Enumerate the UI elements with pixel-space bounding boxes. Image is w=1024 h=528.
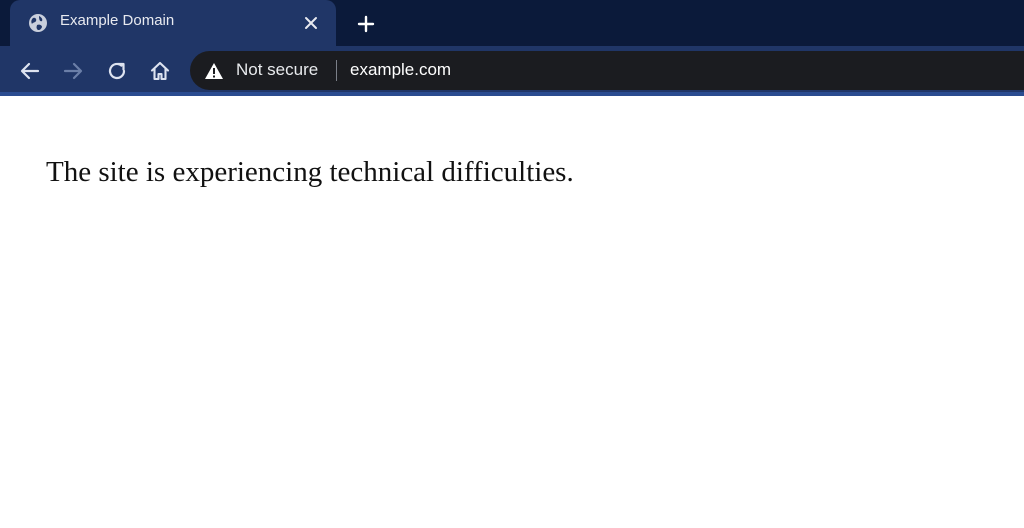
browser-chrome: Example Domain Not secure example.com bbox=[0, 0, 1024, 96]
arrow-left-icon bbox=[20, 62, 40, 80]
home-button[interactable] bbox=[145, 56, 175, 86]
page-content: The site is experiencing technical diffi… bbox=[0, 96, 1024, 528]
toolbar: Not secure example.com bbox=[0, 46, 1024, 96]
reload-button[interactable] bbox=[102, 56, 132, 86]
plus-icon bbox=[357, 15, 375, 33]
close-tab-icon[interactable] bbox=[300, 12, 322, 34]
reload-icon bbox=[108, 62, 126, 80]
new-tab-button[interactable] bbox=[352, 10, 380, 38]
tab-strip: Example Domain bbox=[0, 0, 1024, 46]
warning-icon[interactable] bbox=[204, 61, 224, 81]
page-message: The site is experiencing technical diffi… bbox=[46, 156, 574, 188]
forward-button[interactable] bbox=[58, 56, 88, 86]
url-text[interactable]: example.com bbox=[350, 60, 451, 80]
tab-title: Example Domain bbox=[60, 12, 175, 29]
omnibox-separator bbox=[336, 60, 337, 81]
tab-example-domain[interactable]: Example Domain bbox=[10, 0, 336, 46]
security-label[interactable]: Not secure bbox=[236, 60, 318, 80]
globe-icon bbox=[28, 13, 48, 33]
home-icon bbox=[150, 61, 170, 81]
back-button[interactable] bbox=[15, 56, 45, 86]
arrow-right-icon bbox=[63, 62, 83, 80]
address-bar[interactable]: Not secure example.com bbox=[190, 51, 1024, 90]
